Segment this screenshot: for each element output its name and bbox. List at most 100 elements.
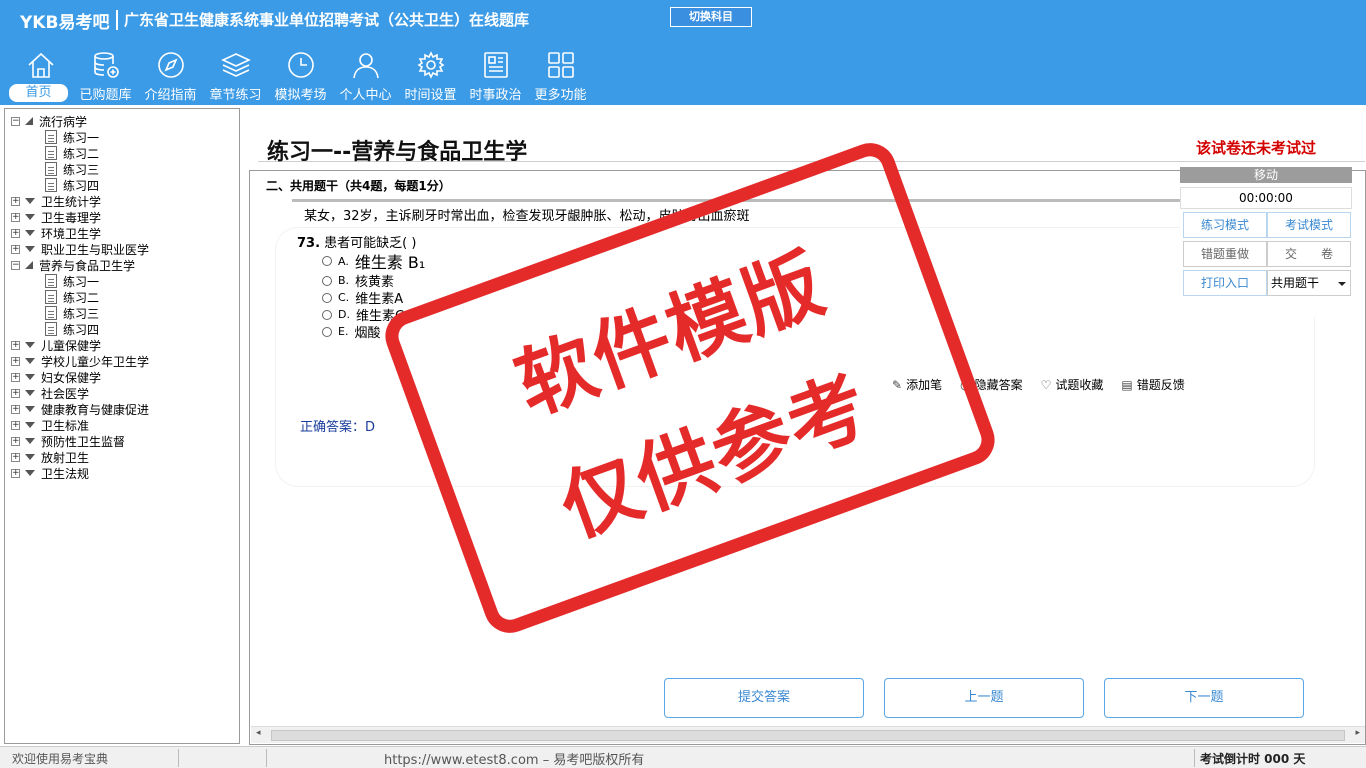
paper-title-bar: 练习一--营养与食品卫生学 该试卷还未考试过: [258, 124, 1365, 165]
tree-group[interactable]: − 营养与食品卫生学: [11, 257, 149, 273]
prev-question-button[interactable]: 上一题: [884, 678, 1084, 718]
tree-group[interactable]: + 环境卫生学: [11, 225, 149, 241]
copyright-text: https://www.etest8.com – 易考吧版权所有: [384, 753, 645, 768]
tree-item[interactable]: 练习一: [11, 129, 149, 145]
redo-wrong-button[interactable]: 错题重做: [1183, 241, 1267, 267]
nav-politics[interactable]: 时事政治: [463, 48, 528, 104]
switch-subject-button[interactable]: 切换科目: [670, 7, 752, 27]
expand-icon[interactable]: +: [11, 340, 20, 350]
question-type-select[interactable]: 共用题干: [1267, 270, 1351, 296]
tool-label: 试题收藏: [1055, 378, 1104, 392]
expand-icon[interactable]: +: [11, 420, 20, 430]
expand-icon[interactable]: +: [11, 372, 20, 382]
collapse-icon[interactable]: −: [11, 116, 20, 126]
exam-mode-button[interactable]: 考试模式: [1267, 212, 1351, 238]
tree-item[interactable]: 练习二: [11, 289, 149, 305]
tree-group[interactable]: + 社会医学: [11, 385, 149, 401]
submit-paper-button[interactable]: 交 卷: [1267, 241, 1351, 267]
folder-closed-icon: [25, 374, 35, 380]
expand-icon[interactable]: +: [11, 228, 20, 238]
option-letter: C.: [338, 291, 350, 304]
tree-group[interactable]: − 流行病学: [11, 113, 149, 129]
tree-item[interactable]: 练习四: [11, 177, 149, 193]
tree-group[interactable]: + 儿童保健学: [11, 337, 149, 353]
scroll-right-icon[interactable]: ▸: [1355, 728, 1360, 738]
nav-home[interactable]: 首页: [8, 48, 73, 104]
radio-button[interactable]: [322, 309, 332, 320]
document-icon: [45, 274, 57, 288]
countdown-text: 考试倒计时 000 天: [1200, 752, 1306, 766]
tree-group-label: 卫生标准: [41, 418, 90, 433]
option-c[interactable]: C. 维生素A: [322, 289, 425, 307]
expand-icon[interactable]: +: [11, 244, 20, 254]
tree-item-label: 练习一: [63, 130, 100, 145]
scroll-left-icon[interactable]: ◂: [256, 728, 261, 738]
folder-closed-icon: [25, 214, 35, 220]
tree-group[interactable]: + 卫生标准: [11, 417, 149, 433]
tree-group[interactable]: + 预防性卫生监督: [11, 433, 149, 449]
nav-more[interactable]: 更多功能: [528, 48, 593, 104]
folder-closed-icon: [25, 422, 35, 428]
submit-answer-button[interactable]: 提交答案: [664, 678, 864, 718]
status-bar: 欢迎使用易考宝典 https://www.etest8.com – 易考吧版权所…: [0, 746, 1366, 768]
nav-profile[interactable]: 个人中心: [333, 48, 398, 104]
nav-label: 首页: [9, 84, 68, 102]
welcome-text: 欢迎使用易考宝典: [12, 752, 109, 766]
practice-mode-button[interactable]: 练习模式: [1183, 212, 1267, 238]
app-logo: YKB易考吧: [20, 13, 110, 33]
news-icon: [483, 52, 508, 78]
tree-group-label: 环境卫生学: [41, 226, 102, 241]
tree-item-label: 练习三: [63, 162, 100, 177]
expand-icon[interactable]: +: [11, 404, 20, 414]
option-text: 烟酸: [354, 326, 381, 341]
print-button[interactable]: 打印入口: [1183, 270, 1267, 296]
expand-icon[interactable]: +: [11, 468, 20, 478]
tree-item[interactable]: 练习三: [11, 305, 149, 321]
tree-group[interactable]: + 学校儿童少年卫生学: [11, 353, 149, 369]
nav-purchased[interactable]: 已购题库: [73, 48, 138, 104]
tree-item[interactable]: 练习四: [11, 321, 149, 337]
tree-group[interactable]: + 卫生毒理学: [11, 209, 149, 225]
radio-button[interactable]: [322, 275, 332, 286]
option-a[interactable]: A. 维生素 B₁: [322, 250, 425, 272]
radio-button[interactable]: [322, 292, 332, 303]
folder-closed-icon: [25, 406, 35, 412]
tree-group[interactable]: + 健康教育与健康促进: [11, 401, 149, 417]
option-b[interactable]: B. 核黄素: [322, 272, 425, 290]
tree-item[interactable]: 练习二: [11, 145, 149, 161]
move-handle[interactable]: 移动: [1180, 167, 1352, 183]
expand-icon[interactable]: +: [11, 356, 20, 366]
tree-item-label: 练习一: [63, 274, 100, 289]
tree-item[interactable]: 练习三: [11, 161, 149, 177]
scrollbar-thumb[interactable]: [271, 730, 1345, 741]
tree-item-selected[interactable]: 练习一: [11, 273, 149, 289]
option-text: 维生素 B₁: [354, 253, 426, 272]
favorite-button[interactable]: ♡ 试题收藏: [1041, 376, 1104, 393]
tree-group[interactable]: + 放射卫生: [11, 449, 149, 465]
expand-icon[interactable]: +: [11, 388, 20, 398]
tree-group-label: 卫生统计学: [41, 194, 102, 209]
horizontal-scrollbar[interactable]: ◂ ▸: [251, 726, 1365, 743]
option-letter: A.: [338, 254, 349, 268]
expand-icon[interactable]: +: [11, 212, 20, 222]
paper-title: 练习一--营养与食品卫生学: [267, 140, 528, 165]
tree-group[interactable]: + 卫生统计学: [11, 193, 149, 209]
radio-button[interactable]: [322, 256, 332, 266]
tree-group[interactable]: + 卫生法规: [11, 465, 149, 481]
collapse-icon[interactable]: −: [11, 260, 20, 270]
radio-button[interactable]: [322, 326, 332, 337]
compass-icon: [157, 52, 184, 78]
nav-chapter[interactable]: 章节练习: [203, 48, 268, 104]
expand-icon[interactable]: +: [11, 196, 20, 206]
nav-time-settings[interactable]: 时间设置: [398, 48, 463, 104]
tree-group[interactable]: + 妇女保健学: [11, 369, 149, 385]
next-question-button[interactable]: 下一题: [1104, 678, 1304, 718]
expand-icon[interactable]: +: [11, 452, 20, 462]
tree-item-label: 练习四: [63, 322, 100, 337]
tree-group[interactable]: + 职业卫生与职业医学: [11, 241, 149, 257]
expand-icon[interactable]: +: [11, 436, 20, 446]
nav-mock-exam[interactable]: 模拟考场: [268, 48, 333, 104]
nav-guide[interactable]: 介绍指南: [138, 48, 203, 104]
feedback-button[interactable]: ▤ 错题反馈: [1121, 376, 1184, 393]
print-row: 打印入口 共用题干: [1180, 270, 1352, 296]
